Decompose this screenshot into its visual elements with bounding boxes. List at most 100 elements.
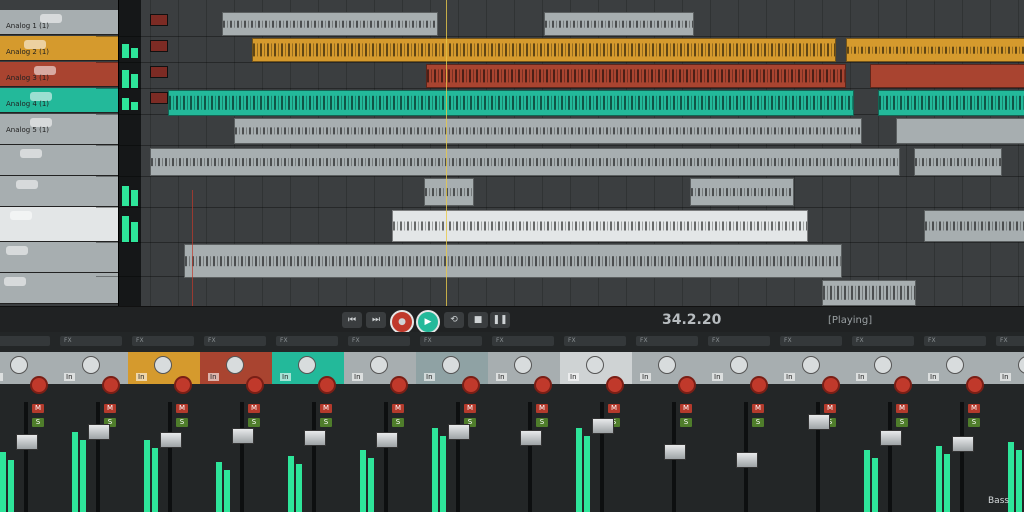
solo-button[interactable]: S bbox=[680, 418, 692, 427]
fx-bar[interactable]: FX bbox=[996, 336, 1024, 346]
fx-bar[interactable]: FX bbox=[780, 336, 842, 346]
solo-button[interactable]: S bbox=[896, 418, 908, 427]
fx-bar[interactable]: FX bbox=[60, 336, 122, 346]
pan-knob[interactable] bbox=[370, 356, 388, 374]
volume-fader[interactable] bbox=[736, 452, 758, 468]
play-back-icon[interactable]: ⏭ bbox=[366, 312, 386, 328]
mixer-strip[interactable]: FXInMS bbox=[488, 332, 561, 512]
record-arm-button[interactable] bbox=[150, 14, 168, 26]
pan-knob[interactable] bbox=[874, 356, 892, 374]
record-arm-button[interactable] bbox=[822, 376, 840, 394]
fx-bar[interactable]: FX bbox=[420, 336, 482, 346]
fx-bar[interactable]: FX bbox=[708, 336, 770, 346]
volume-fader[interactable] bbox=[520, 430, 542, 446]
mixer-strip[interactable]: FXInMS bbox=[0, 332, 57, 512]
pan-knob[interactable] bbox=[82, 356, 100, 374]
audio-clip[interactable] bbox=[870, 64, 1024, 88]
fx-bar[interactable]: FX bbox=[924, 336, 986, 346]
audio-clip[interactable] bbox=[184, 244, 842, 278]
pan-knob[interactable] bbox=[658, 356, 676, 374]
mute-button[interactable]: M bbox=[320, 404, 332, 413]
mixer-strip[interactable]: FXInMS bbox=[848, 332, 921, 512]
volume-fader[interactable] bbox=[232, 428, 254, 444]
solo-button[interactable]: S bbox=[752, 418, 764, 427]
volume-fader[interactable] bbox=[304, 430, 326, 446]
solo-button[interactable]: S bbox=[176, 418, 188, 427]
audio-clip[interactable] bbox=[392, 210, 808, 242]
audio-clip[interactable] bbox=[168, 90, 854, 116]
volume-fader[interactable] bbox=[160, 432, 182, 448]
mixer-strip[interactable]: FXInMS bbox=[992, 332, 1024, 512]
mixer-strip[interactable]: FXInMS bbox=[920, 332, 993, 512]
record-arm-button[interactable] bbox=[966, 376, 984, 394]
pan-knob[interactable] bbox=[442, 356, 460, 374]
audio-clip[interactable] bbox=[544, 12, 694, 36]
audio-clip[interactable] bbox=[822, 280, 916, 306]
record-arm-button[interactable] bbox=[462, 376, 480, 394]
solo-button[interactable]: S bbox=[320, 418, 332, 427]
pan-knob[interactable] bbox=[946, 356, 964, 374]
audio-clip[interactable] bbox=[690, 178, 794, 206]
mute-button[interactable]: M bbox=[176, 404, 188, 413]
pan-knob[interactable] bbox=[154, 356, 172, 374]
fx-bar[interactable]: FX bbox=[204, 336, 266, 346]
audio-clip[interactable] bbox=[878, 90, 1024, 116]
record-arm-button[interactable] bbox=[390, 376, 408, 394]
record-arm-button[interactable] bbox=[606, 376, 624, 394]
pan-knob[interactable] bbox=[802, 356, 820, 374]
record-arm-button[interactable] bbox=[30, 376, 48, 394]
mixer-strip[interactable]: FXInMS bbox=[56, 332, 129, 512]
mixer-strip[interactable]: FXInMS bbox=[704, 332, 777, 512]
play-icon[interactable]: ▶ bbox=[416, 310, 440, 334]
record-arm-button[interactable] bbox=[150, 92, 168, 104]
audio-clip[interactable] bbox=[426, 64, 846, 88]
volume-fader[interactable] bbox=[16, 434, 38, 450]
mixer-strip[interactable]: FXInMS bbox=[416, 332, 489, 512]
pan-knob[interactable] bbox=[514, 356, 532, 374]
mute-button[interactable]: M bbox=[104, 404, 116, 413]
skip-back-icon[interactable]: ⏮ bbox=[342, 312, 362, 328]
volume-fader[interactable] bbox=[880, 430, 902, 446]
mute-button[interactable]: M bbox=[968, 404, 980, 413]
mute-button[interactable]: M bbox=[608, 404, 620, 413]
record-arm-button[interactable] bbox=[750, 376, 768, 394]
loop-icon[interactable]: ⟲ bbox=[444, 312, 464, 328]
audio-clip[interactable] bbox=[222, 12, 438, 36]
mixer-strip[interactable]: FXInMS bbox=[272, 332, 345, 512]
volume-fader[interactable] bbox=[808, 414, 830, 430]
volume-fader[interactable] bbox=[664, 444, 686, 460]
audio-clip[interactable] bbox=[252, 38, 836, 62]
record-arm-button[interactable] bbox=[246, 376, 264, 394]
volume-fader[interactable] bbox=[448, 424, 470, 440]
mute-button[interactable]: M bbox=[752, 404, 764, 413]
volume-fader[interactable] bbox=[88, 424, 110, 440]
audio-clip[interactable] bbox=[424, 178, 474, 206]
record-arm-button[interactable] bbox=[150, 40, 168, 52]
mute-button[interactable]: M bbox=[248, 404, 260, 413]
fx-bar[interactable]: FX bbox=[348, 336, 410, 346]
stop-icon[interactable]: ■ bbox=[468, 312, 488, 328]
mute-button[interactable]: M bbox=[464, 404, 476, 413]
mixer-strip[interactable]: FXInMS bbox=[560, 332, 633, 512]
mute-button[interactable]: M bbox=[32, 404, 44, 413]
mute-button[interactable]: M bbox=[824, 404, 836, 413]
pause-icon[interactable]: ❚❚ bbox=[490, 312, 510, 328]
record-arm-button[interactable] bbox=[174, 376, 192, 394]
audio-clip[interactable] bbox=[150, 148, 900, 176]
mute-button[interactable]: M bbox=[896, 404, 908, 413]
mute-button[interactable]: M bbox=[536, 404, 548, 413]
pan-knob[interactable] bbox=[226, 356, 244, 374]
audio-clip[interactable] bbox=[846, 38, 1024, 62]
arrange-view[interactable]: Analog 1 (1) Analog 2 (1) Analog 3 (1) A… bbox=[0, 0, 1024, 306]
fx-bar[interactable]: FX bbox=[132, 336, 194, 346]
record-arm-button[interactable] bbox=[678, 376, 696, 394]
audio-clip[interactable] bbox=[896, 118, 1024, 144]
record-arm-button[interactable] bbox=[102, 376, 120, 394]
record-arm-button[interactable] bbox=[534, 376, 552, 394]
fx-bar[interactable]: FX bbox=[852, 336, 914, 346]
fx-bar[interactable]: FX bbox=[276, 336, 338, 346]
fx-bar[interactable]: FX bbox=[564, 336, 626, 346]
pan-knob[interactable] bbox=[730, 356, 748, 374]
pan-knob[interactable] bbox=[298, 356, 316, 374]
playhead-cursor[interactable] bbox=[446, 0, 447, 306]
